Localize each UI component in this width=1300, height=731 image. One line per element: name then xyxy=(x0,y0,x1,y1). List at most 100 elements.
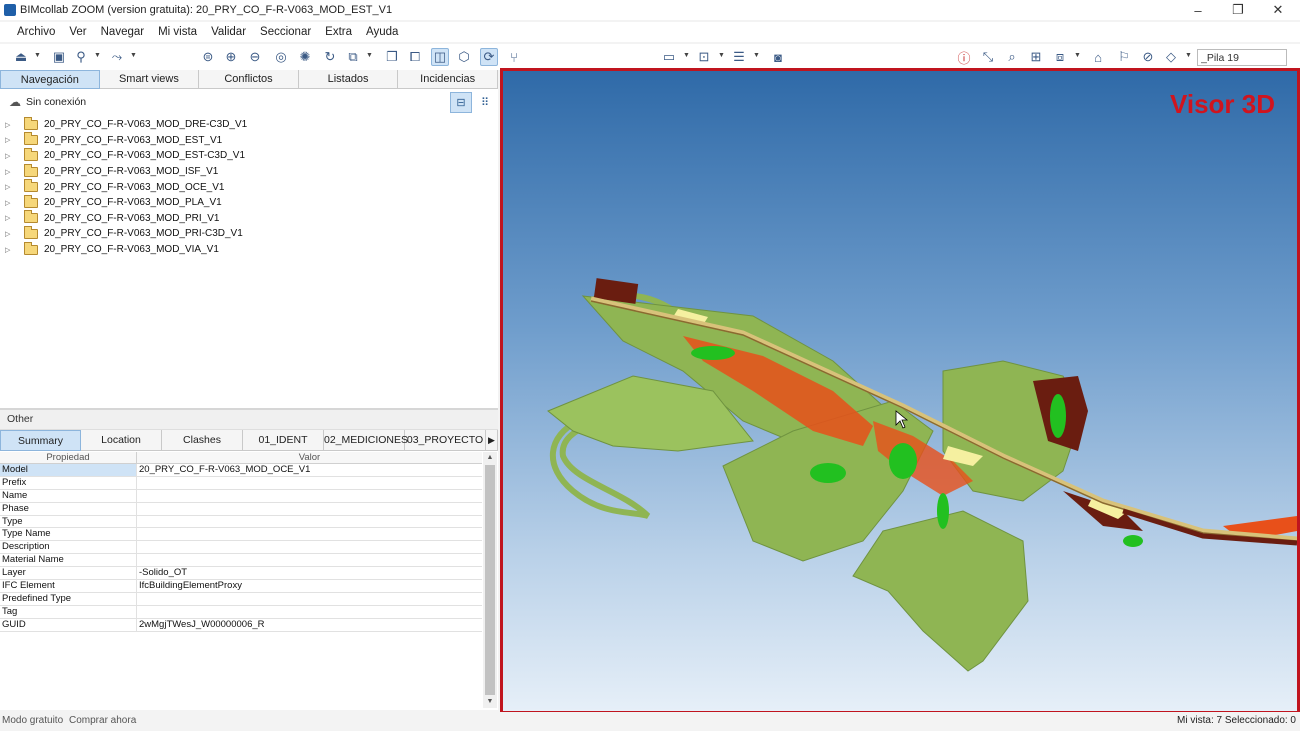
tab-listados[interactable]: Listados xyxy=(299,70,399,89)
model-3d-render[interactable] xyxy=(503,71,1297,711)
tree-item[interactable]: ▷ 20_PRY_CO_F-R-V063_MOD_ISF_V1 xyxy=(0,163,498,180)
tree-view-icon[interactable]: ⊟ xyxy=(450,92,472,113)
expand-icon[interactable]: ▷ xyxy=(5,214,15,222)
tree-item[interactable]: ▷ 20_PRY_CO_F-R-V063_MOD_PRI-C3D_V1 xyxy=(0,225,498,242)
share-icon[interactable]: ⤳ xyxy=(108,48,126,66)
tree-item[interactable]: ▷ 20_PRY_CO_F-R-V063_MOD_VIA_V1 xyxy=(0,241,498,258)
tab-location[interactable]: Location xyxy=(81,430,162,451)
expand-icon[interactable]: ▷ xyxy=(5,136,15,144)
branch-icon[interactable]: ⑂ xyxy=(505,48,523,66)
views-icon[interactable]: ⧉ xyxy=(344,48,362,66)
close-button[interactable]: ✕ xyxy=(1258,0,1298,20)
rotate-icon[interactable]: ↻ xyxy=(321,48,339,66)
table-row[interactable]: Type Name xyxy=(0,528,482,542)
storey-icon[interactable]: ⌂ xyxy=(1089,48,1107,66)
chevron-down-icon[interactable]: ▼ xyxy=(34,52,41,59)
sync-icon[interactable]: ⟳ xyxy=(480,48,498,66)
column-header-value[interactable]: Valor xyxy=(137,452,482,463)
table-row[interactable]: Predefined Type xyxy=(0,592,482,606)
focus-icon[interactable]: ◎ xyxy=(272,48,290,66)
tab-03-proyecto[interactable]: 03_PROYECTO xyxy=(405,430,486,451)
scroll-down-icon[interactable]: ▼ xyxy=(483,696,497,708)
zoom-fit-icon[interactable]: ⊜ xyxy=(199,48,217,66)
camera-icon[interactable]: ◙ xyxy=(769,48,787,66)
tab-incidencias[interactable]: Incidencias xyxy=(398,70,498,89)
buy-now-link[interactable]: Comprar ahora xyxy=(69,715,136,726)
chevron-down-icon[interactable]: ▼ xyxy=(94,52,101,59)
expand-icon[interactable]: ▷ xyxy=(5,246,15,254)
search-input[interactable] xyxy=(1197,49,1287,66)
maximize-button[interactable]: ❐ xyxy=(1218,0,1258,20)
tab-conflictos[interactable]: Conflictos xyxy=(199,70,299,89)
cube-icon[interactable]: ⬡ xyxy=(455,48,473,66)
menu-ayuda[interactable]: Ayuda xyxy=(359,26,405,38)
tab-smart-views[interactable]: Smart views xyxy=(100,70,200,89)
grid-view-icon[interactable]: ⠿ xyxy=(474,92,496,113)
menu-mi-vista[interactable]: Mi vista xyxy=(151,26,204,38)
table-row[interactable]: Model 20_PRY_CO_F-R-V063_MOD_OCE_V1 xyxy=(0,464,482,477)
table-row[interactable]: Phase xyxy=(0,502,482,516)
table-row[interactable]: Name xyxy=(0,489,482,503)
table-row[interactable]: Type xyxy=(0,515,482,529)
menu-archivo[interactable]: Archivo xyxy=(10,26,62,38)
layers-icon[interactable]: ☰ xyxy=(730,48,748,66)
alert-icon[interactable]: ⓘ xyxy=(955,48,973,66)
tree-item[interactable]: ▷ 20_PRY_CO_F-R-V063_MOD_PLA_V1 xyxy=(0,194,498,211)
pin-icon[interactable]: ⚐ xyxy=(1115,48,1133,66)
table-row[interactable]: IFC Element IfcBuildingElementProxy xyxy=(0,580,482,593)
link-icon[interactable]: ⚲ xyxy=(72,48,90,66)
table-row[interactable]: Tag xyxy=(0,605,482,619)
expand-icon[interactable]: ▷ xyxy=(5,152,15,160)
table-row[interactable]: Prefix xyxy=(0,476,482,490)
tab-02-mediciones[interactable]: 02_MEDICIONES xyxy=(324,430,408,451)
properties-scrollbar[interactable]: ▲ ▼ xyxy=(483,452,497,708)
expand-icon[interactable]: ▷ xyxy=(5,199,15,207)
eraser-icon[interactable]: ◇ xyxy=(1162,48,1180,66)
open-icon[interactable]: ⏏ xyxy=(12,48,30,66)
orbit-center-icon[interactable]: ✺ xyxy=(296,48,314,66)
tree-item[interactable]: ▷ 20_PRY_CO_F-R-V063_MOD_EST_V1 xyxy=(0,132,498,149)
tree-item[interactable]: ▷ 20_PRY_CO_F-R-V063_MOD_PRI_V1 xyxy=(0,210,498,227)
chevron-down-icon[interactable]: ▼ xyxy=(718,52,725,59)
isolate-icon[interactable]: ⧈ xyxy=(1051,48,1069,66)
expand-icon[interactable]: ▷ xyxy=(5,183,15,191)
expand-icon[interactable]: ▷ xyxy=(5,230,15,238)
chevron-down-icon[interactable]: ▼ xyxy=(683,52,690,59)
table-row[interactable]: GUID 2wMgjTWesJ_W00000006_R xyxy=(0,618,482,632)
duplicate-icon[interactable]: ⧠ xyxy=(406,48,424,66)
hide-icon[interactable]: ⊘ xyxy=(1139,48,1157,66)
expand-icon[interactable]: ▷ xyxy=(5,168,15,176)
save-icon[interactable]: ▣ xyxy=(50,48,68,66)
measure-icon[interactable]: ▭ xyxy=(660,48,678,66)
expand-icon[interactable]: ▷ xyxy=(5,121,15,129)
tree-item[interactable]: ▷ 20_PRY_CO_F-R-V063_MOD_EST-C3D_V1 xyxy=(0,147,498,164)
menu-navegar[interactable]: Navegar xyxy=(94,26,151,38)
zoom-box-icon[interactable]: ⊞ xyxy=(1027,48,1045,66)
column-header-property[interactable]: Propiedad xyxy=(0,452,137,463)
chevron-down-icon[interactable]: ▼ xyxy=(1185,52,1192,59)
menu-ver[interactable]: Ver xyxy=(62,26,93,38)
search-3d-icon[interactable]: ⌕ xyxy=(1003,48,1021,66)
3d-viewer[interactable]: Visor 3D xyxy=(500,68,1300,714)
tabs-scroll-right-icon[interactable]: ▶ xyxy=(486,430,498,451)
scrollbar-thumb[interactable] xyxy=(485,465,495,695)
tree-item[interactable]: ▷ 20_PRY_CO_F-R-V063_MOD_DRE-C3D_V1 xyxy=(0,116,498,133)
section-icon[interactable]: ◫ xyxy=(431,48,449,66)
menu-seccionar[interactable]: Seccionar xyxy=(253,26,318,38)
chevron-down-icon[interactable]: ▼ xyxy=(366,52,373,59)
menu-validar[interactable]: Validar xyxy=(204,26,253,38)
chevron-down-icon[interactable]: ▼ xyxy=(753,52,760,59)
tab-navegacion[interactable]: Navegación xyxy=(0,70,100,89)
copy-icon[interactable]: ❐ xyxy=(383,48,401,66)
table-row[interactable]: Layer -Solido_OT xyxy=(0,567,482,581)
clip-box-icon[interactable]: ⊡ xyxy=(695,48,713,66)
chevron-down-icon[interactable]: ▼ xyxy=(130,52,137,59)
tree-item[interactable]: ▷ 20_PRY_CO_F-R-V063_MOD_OCE_V1 xyxy=(0,179,498,195)
zoom-in-icon[interactable]: ⊕ xyxy=(222,48,240,66)
tab-summary[interactable]: Summary xyxy=(0,430,81,451)
table-row[interactable]: Description xyxy=(0,541,482,555)
fit-selection-icon[interactable]: ⤡ xyxy=(979,48,997,66)
table-row[interactable]: Material Name xyxy=(0,554,482,568)
chevron-down-icon[interactable]: ▼ xyxy=(1074,52,1081,59)
scroll-up-icon[interactable]: ▲ xyxy=(483,452,497,464)
